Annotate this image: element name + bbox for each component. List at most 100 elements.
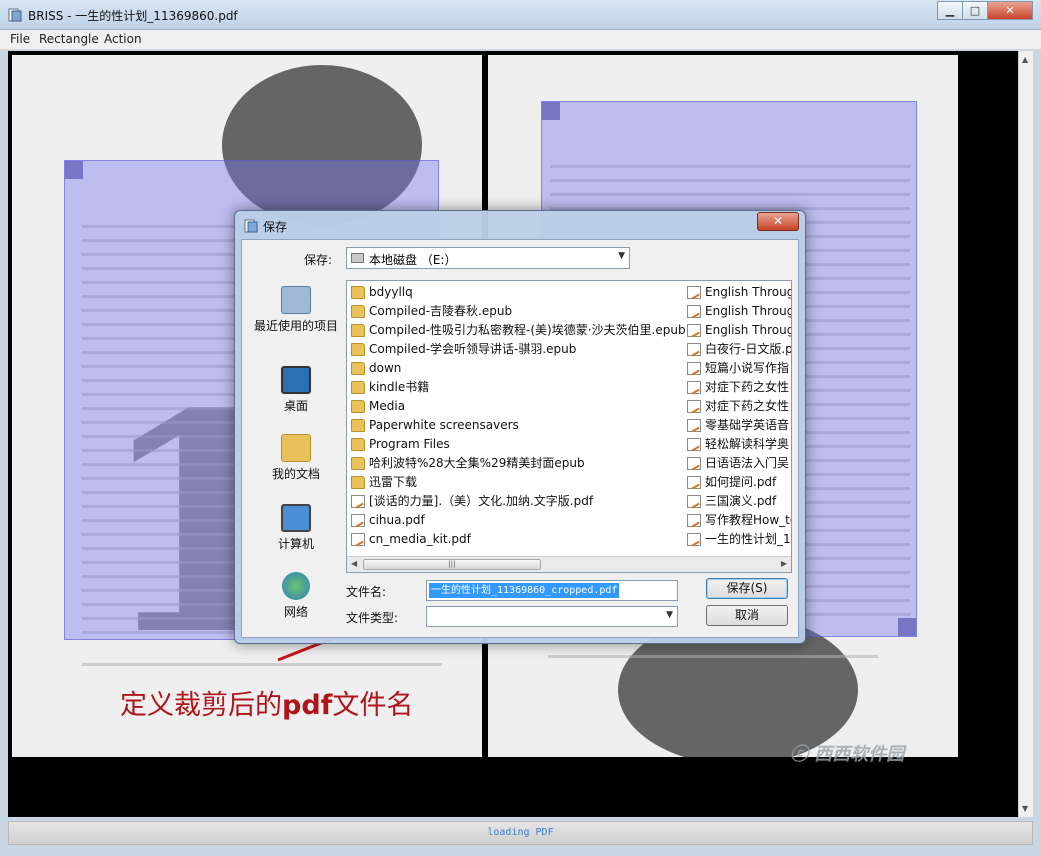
- menu-rectangle[interactable]: Rectangle: [39, 32, 99, 46]
- app-icon: [8, 8, 22, 22]
- file-item[interactable]: 迅雷下载: [347, 473, 686, 492]
- file-item[interactable]: down: [347, 359, 686, 378]
- minimize-icon: ▁: [945, 4, 955, 17]
- file-item[interactable]: 日语语法入门吴: [683, 454, 791, 473]
- desktop-icon: [281, 366, 311, 394]
- file-item[interactable]: kindle书籍: [347, 378, 686, 397]
- file-item[interactable]: cn_media_kit.pdf: [347, 530, 686, 549]
- crop-handle-top-left-right[interactable]: [542, 102, 560, 120]
- file-item[interactable]: English Throug: [683, 283, 791, 302]
- pdf-file-icon: [687, 362, 701, 375]
- filename-input[interactable]: 一生的性计划_11369860_cropped.pdf: [426, 580, 678, 601]
- file-name: English Throug: [705, 323, 792, 337]
- folder-icon: [351, 457, 365, 470]
- crop-handle-top-left[interactable]: [65, 161, 83, 179]
- scroll-up-icon[interactable]: ▲: [1022, 55, 1028, 64]
- file-item[interactable]: 哈利波特%28大全集%29精美封面epub: [347, 454, 686, 473]
- pdf-file-icon: [687, 533, 701, 546]
- scroll-down-icon[interactable]: ▼: [1022, 804, 1028, 813]
- pdf-file-icon: [687, 419, 701, 432]
- file-name: Compiled-学会听领导讲话-骐羽.epub: [369, 342, 577, 356]
- vertical-scrollbar[interactable]: ▲ ▼: [1018, 51, 1033, 817]
- file-item[interactable]: 一生的性计划_1: [683, 530, 791, 549]
- file-item[interactable]: 白夜行-日文版.p: [683, 340, 791, 359]
- file-column-2: English Throug English Throug English Thro…: [683, 283, 792, 549]
- file-name: Media: [369, 399, 406, 413]
- place-computer[interactable]: 计算机: [252, 504, 340, 552]
- folder-icon: [351, 305, 365, 318]
- file-item[interactable]: 短篇小说写作指: [683, 359, 791, 378]
- file-item[interactable]: 对症下药之女性: [683, 397, 791, 416]
- horizontal-scrollbar[interactable]: ◀ ||| ▶: [347, 556, 791, 572]
- pdf-file-icon: [687, 400, 701, 413]
- file-item[interactable]: [谈话的力量].（美）文化.加纳.文字版.pdf: [347, 492, 686, 511]
- file-item[interactable]: Paperwhite screensavers: [347, 416, 686, 435]
- file-item[interactable]: cihua.pdf: [347, 511, 686, 530]
- folder-icon: [351, 362, 365, 375]
- watermark: ⓒ 西西软件园: [790, 744, 905, 765]
- dialog-title: 保存: [263, 220, 288, 234]
- file-name: 对症下药之女性: [705, 399, 790, 413]
- save-button[interactable]: 保存(S): [706, 578, 788, 599]
- folder-icon: [351, 343, 365, 356]
- chevron-down-icon[interactable]: ▼: [618, 251, 625, 261]
- file-item[interactable]: Compiled-吉陵春秋.epub: [347, 302, 686, 321]
- pdf-file-icon: [687, 495, 701, 508]
- cancel-button[interactable]: 取消: [706, 605, 788, 626]
- menu-action[interactable]: Action: [104, 32, 142, 46]
- file-item[interactable]: 写作教程How_to: [683, 511, 791, 530]
- file-name: 短篇小说写作指: [705, 361, 790, 375]
- scroll-left-icon[interactable]: ◀: [351, 559, 357, 568]
- close-button[interactable]: ✕: [987, 1, 1033, 20]
- file-item[interactable]: Program Files: [347, 435, 686, 454]
- file-name: Compiled-吉陵春秋.epub: [369, 304, 513, 318]
- folder-icon: [351, 438, 365, 451]
- file-name: [谈话的力量].（美）文化.加纳.文字版.pdf: [369, 494, 594, 508]
- place-desktop[interactable]: 桌面: [252, 366, 340, 414]
- place-recent[interactable]: 最近使用的项目: [252, 286, 340, 334]
- dialog-close-button[interactable]: ✕: [757, 212, 799, 231]
- file-name: cn_media_kit.pdf: [369, 532, 471, 546]
- file-item[interactable]: 轻松解读科学奥: [683, 435, 791, 454]
- file-item[interactable]: 如何提问.pdf: [683, 473, 791, 492]
- close-icon: ✕: [1005, 4, 1015, 17]
- filetype-combo[interactable]: ▼: [426, 606, 678, 627]
- computer-icon: [281, 504, 311, 532]
- place-network[interactable]: 网络: [252, 572, 340, 620]
- file-name: English Throug: [705, 304, 792, 318]
- file-item[interactable]: Compiled-学会听领导讲话-骐羽.epub: [347, 340, 686, 359]
- file-item[interactable]: bdyyllq: [347, 283, 686, 302]
- menu-file[interactable]: File: [10, 32, 30, 46]
- scroll-right-icon[interactable]: ▶: [781, 559, 787, 568]
- file-item[interactable]: English Throug: [683, 302, 792, 321]
- place-my-documents[interactable]: 我的文档: [252, 434, 340, 482]
- file-item[interactable]: Media: [347, 397, 686, 416]
- network-icon: [282, 572, 310, 600]
- close-icon: ✕: [772, 214, 784, 228]
- file-name: bdyyllq: [369, 285, 413, 299]
- chevron-down-icon[interactable]: ▼: [666, 610, 673, 620]
- file-list[interactable]: bdyyllq Compiled-吉陵春秋.epub Compiled-性吸引力私密…: [346, 280, 792, 573]
- my-documents-icon: [281, 434, 311, 462]
- file-item[interactable]: Compiled-性吸引力私密教程-(美)埃德蒙·沙夫茨伯里.epub: [347, 321, 686, 340]
- filename-label: 文件名:: [346, 585, 387, 599]
- maximize-button[interactable]: □: [962, 1, 988, 20]
- file-item[interactable]: English Throug: [683, 321, 792, 340]
- filetype-label: 文件类型:: [346, 611, 399, 625]
- save-in-label: 保存:: [304, 253, 333, 267]
- file-item[interactable]: 对症下药之女性: [683, 378, 791, 397]
- dialog-app-icon: [244, 219, 258, 233]
- file-name: 迅雷下载: [369, 475, 418, 489]
- scrollbar-thumb[interactable]: |||: [363, 559, 541, 570]
- crop-handle-bottom-right-right[interactable]: [898, 618, 916, 636]
- minimize-button[interactable]: ▁: [937, 1, 963, 20]
- place-label: 我的文档: [271, 467, 320, 481]
- file-name: Paperwhite screensavers: [369, 418, 519, 432]
- pdf-file-icon: [687, 514, 701, 527]
- file-item[interactable]: 零基础学英语音: [683, 416, 791, 435]
- save-in-combo[interactable]: 本地磁盘 （E:） ▼: [346, 247, 630, 269]
- file-name: 三国演义.pdf: [705, 494, 777, 508]
- file-item[interactable]: 三国演义.pdf: [683, 492, 791, 511]
- file-name: down: [369, 361, 402, 375]
- recent-places-icon: [281, 286, 311, 314]
